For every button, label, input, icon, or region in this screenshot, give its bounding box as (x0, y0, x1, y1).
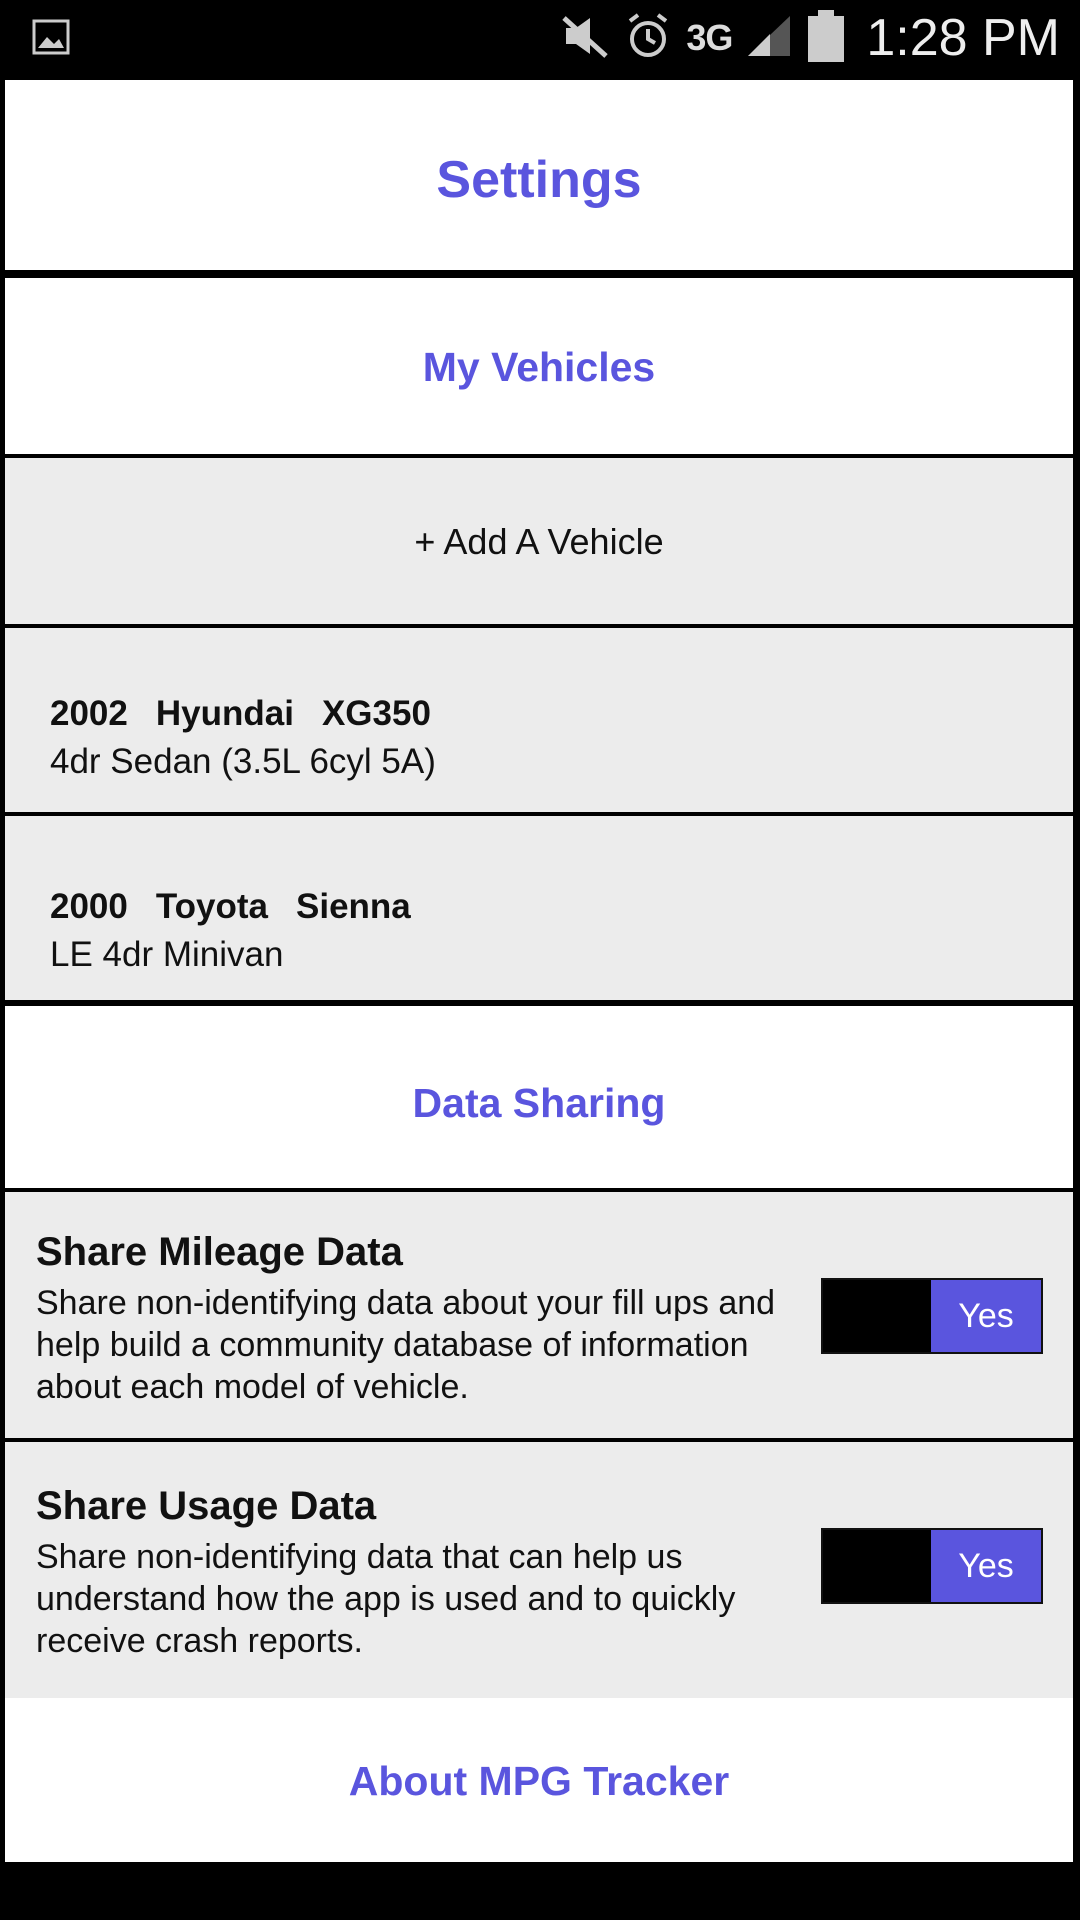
page-title: Settings (436, 151, 642, 209)
alarm-icon (624, 12, 672, 65)
vehicle-item[interactable]: 2002 Hyundai XG350 4dr Sedan (3.5L 6cyl 5A… (5, 628, 1073, 812)
share-mileage-toggle[interactable]: Yes (821, 1278, 1043, 1354)
settings-screen: Settings My Vehicles + Add A Vehicle 200… (5, 80, 1073, 1874)
share-usage-toggle[interactable]: Yes (821, 1528, 1043, 1604)
navigation-bar (0, 1876, 1080, 1920)
vehicle-year: 2002 (50, 694, 128, 733)
share-usage-title: Share Usage Data (36, 1484, 377, 1528)
share-mileage-description: Share non-identifying data about your fi… (36, 1284, 776, 1406)
mute-icon (560, 14, 610, 63)
status-bar: 3G 1:28 PM (0, 0, 1080, 76)
battery-icon (806, 8, 846, 69)
vehicle-model: XG350 (321, 694, 431, 733)
share-mileage-title: Share Mileage Data (36, 1230, 403, 1274)
vehicle-name: 2002 Hyundai XG350 (50, 694, 459, 734)
vehicle-trim: 4dr Sedan (3.5L 6cyl 5A) (50, 742, 436, 781)
vehicle-name: 2000 Toyota Sienna (50, 887, 439, 927)
gallery-icon (32, 18, 72, 61)
signal-icon (746, 14, 792, 63)
share-mileage-row: Share Mileage Data Share non-identifying… (5, 1192, 1073, 1438)
vehicle-trim: LE 4dr Minivan (50, 935, 284, 974)
my-vehicles-section: My Vehicles (5, 278, 1073, 454)
add-vehicle-button[interactable]: + Add A Vehicle (5, 458, 1073, 624)
vehicle-make: Hyundai (155, 694, 294, 733)
vehicle-make: Toyota (155, 887, 269, 926)
add-vehicle-label: + Add A Vehicle (414, 521, 664, 562)
data-sharing-header: Data Sharing (412, 1080, 666, 1126)
toggle-on-label: Yes (931, 1530, 1041, 1602)
data-sharing-section: Data Sharing (5, 1006, 1073, 1188)
share-usage-description: Share non-identifying data that can help… (36, 1538, 736, 1660)
toggle-on-label: Yes (931, 1280, 1041, 1352)
clock: 1:28 PM (866, 9, 1060, 67)
about-link[interactable]: About MPG Tracker (5, 1758, 1073, 1805)
network-type: 3G (686, 17, 733, 58)
title-section: Settings (5, 80, 1073, 270)
about-section[interactable]: About MPG Tracker (5, 1698, 1073, 1862)
vehicle-model: Sienna (296, 887, 411, 926)
vehicle-year: 2000 (50, 887, 128, 926)
vehicle-item[interactable]: 2000 Toyota Sienna LE 4dr Minivan (5, 816, 1073, 1000)
my-vehicles-header: My Vehicles (422, 344, 656, 390)
